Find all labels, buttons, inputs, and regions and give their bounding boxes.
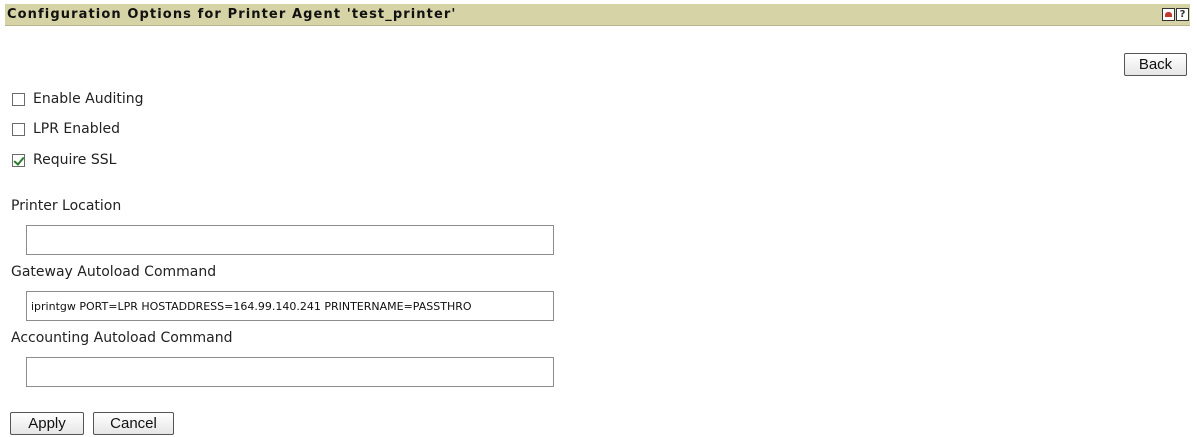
- require-ssl-option[interactable]: Require SSL: [12, 151, 116, 169]
- accounting-autoload-label: Accounting Autoload Command: [11, 330, 233, 346]
- gateway-autoload-input[interactable]: [26, 291, 554, 321]
- page-title: Configuration Options for Printer Agent …: [7, 7, 457, 22]
- lpr-enabled-label: LPR Enabled: [33, 121, 120, 137]
- gateway-autoload-label: Gateway Autoload Command: [11, 264, 217, 280]
- enable-auditing-option[interactable]: Enable Auditing: [12, 90, 144, 108]
- home-icon[interactable]: [1162, 8, 1175, 21]
- title-bar: Configuration Options for Printer Agent …: [5, 4, 1190, 26]
- apply-button[interactable]: Apply: [10, 412, 84, 435]
- accounting-autoload-input[interactable]: [26, 357, 554, 387]
- back-button[interactable]: Back: [1124, 53, 1187, 76]
- lpr-enabled-checkbox[interactable]: [12, 122, 25, 136]
- help-icon[interactable]: ?: [1176, 8, 1189, 21]
- cancel-button[interactable]: Cancel: [93, 412, 174, 435]
- require-ssl-checkbox[interactable]: [12, 153, 25, 167]
- require-ssl-label: Require SSL: [33, 152, 117, 168]
- enable-auditing-label: Enable Auditing: [33, 91, 144, 107]
- printer-location-label: Printer Location: [11, 198, 122, 214]
- printer-location-input[interactable]: [26, 225, 554, 255]
- enable-auditing-checkbox[interactable]: [12, 92, 25, 106]
- lpr-enabled-option[interactable]: LPR Enabled: [12, 120, 120, 138]
